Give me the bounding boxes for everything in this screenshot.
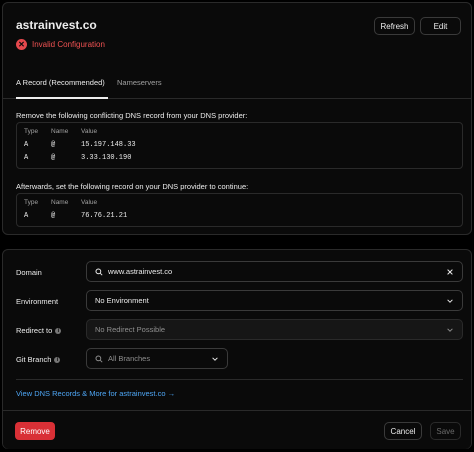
search-icon (95, 267, 103, 276)
col-type: Type (24, 128, 39, 135)
environment-select[interactable]: No Environment (86, 290, 463, 311)
save-button[interactable]: Save (430, 422, 461, 440)
record-name: @ (51, 141, 56, 149)
conflicting-records-table: Type Name Value A @ 15.197.148.33 A @ 3.… (16, 122, 463, 169)
chevron-down-icon (447, 298, 453, 303)
conflict-instruction: Remove the following conflicting DNS rec… (16, 111, 248, 120)
search-icon (95, 354, 103, 363)
environment-label-text: Environment (16, 297, 59, 306)
info-icon[interactable]: i (54, 356, 61, 363)
footer: Remove Cancel Save (3, 410, 471, 449)
status-text: Invalid Configuration (32, 40, 105, 49)
col-name: Name (51, 199, 69, 206)
git-branch-label-text: Git Branch (16, 355, 52, 364)
domain-config-card: astrainvest.co Refresh Edit ✕ Invalid Co… (2, 2, 472, 235)
domain-label: Domain (16, 268, 42, 277)
col-name: Name (51, 128, 69, 135)
environment-value: No Environment (95, 296, 149, 305)
required-instruction: Afterwards, set the following record on … (16, 182, 249, 191)
redirect-label-text: Redirect to (16, 326, 53, 335)
tab-nameservers[interactable]: Nameservers (117, 78, 162, 87)
col-value: Value (81, 199, 98, 206)
environment-label: Environment (16, 297, 58, 306)
cancel-button[interactable]: Cancel (384, 422, 422, 440)
error-icon: ✕ (16, 39, 27, 50)
git-branch-placeholder: All Branches (108, 354, 151, 363)
record-name: @ (51, 154, 56, 162)
active-tab-indicator (16, 97, 108, 99)
chevron-down-icon (212, 356, 218, 361)
view-dns-records-link[interactable]: View DNS Records & More for astrainvest.… (16, 389, 175, 398)
record-tabs: A Record (Recommended) Nameservers (3, 69, 471, 99)
record-value: 76.76.21.21 (81, 212, 128, 220)
redirect-value: No Redirect Possible (95, 325, 166, 334)
record-type: A (24, 212, 29, 220)
record-type: A (24, 141, 29, 149)
chevron-down-icon (447, 327, 453, 332)
record-name: @ (51, 212, 56, 220)
domain-input[interactable]: www.astrainvest.co (86, 261, 463, 282)
record-type: A (24, 154, 29, 162)
git-branch-label: Git Branch i (16, 355, 61, 364)
redirect-select: No Redirect Possible (86, 319, 463, 340)
remove-button[interactable]: Remove (15, 422, 55, 440)
git-branch-select[interactable]: All Branches (86, 348, 228, 369)
clear-icon[interactable] (446, 268, 454, 276)
domain-label-text: Domain (16, 268, 42, 277)
record-value: 15.197.148.33 (81, 141, 136, 149)
col-value: Value (81, 128, 98, 135)
domain-title: astrainvest.co (16, 18, 97, 32)
edit-button[interactable]: Edit (420, 17, 461, 35)
status-badge: ✕ Invalid Configuration (16, 39, 105, 50)
refresh-button[interactable]: Refresh (374, 17, 415, 35)
tab-a-record[interactable]: A Record (Recommended) (16, 78, 105, 87)
record-value: 3.33.130.190 (81, 154, 132, 162)
redirect-label: Redirect to i (16, 326, 62, 335)
col-type: Type (24, 199, 39, 206)
required-records-table: Type Name Value A @ 76.76.21.21 (16, 193, 463, 227)
divider (16, 379, 463, 380)
domain-input-value: www.astrainvest.co (108, 267, 173, 276)
info-icon[interactable]: i (55, 327, 62, 334)
domain-settings-card: Domain www.astrainvest.co Environment No… (2, 249, 472, 449)
